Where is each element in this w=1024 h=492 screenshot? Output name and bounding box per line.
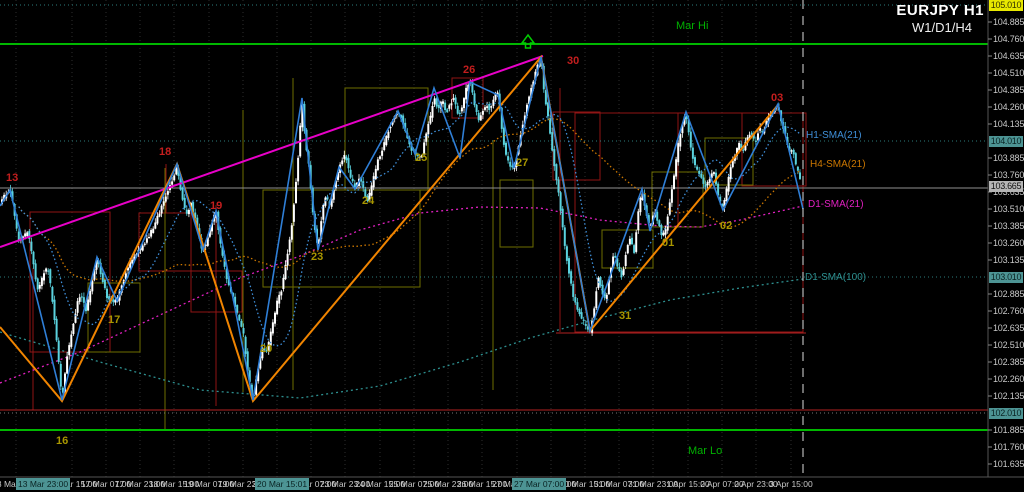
- price-label: 104.510: [993, 68, 1024, 78]
- swing-label-02: 02: [720, 220, 732, 232]
- price-label: 102.760: [993, 306, 1024, 316]
- time-tag: 27 Mar 07:00: [512, 478, 566, 490]
- generated-label-layer: 13 18 19 26 30 03 16 17 20 23 24 25 27 31 01 02 H1-SMA(2…: [0, 0, 1024, 492]
- swing-label-27: 27: [516, 157, 528, 169]
- swing-label-24: 24: [362, 195, 374, 207]
- swing-label-25: 25: [415, 152, 427, 164]
- price-label: 102.260: [993, 374, 1024, 384]
- sma-label: D1-SMA(21): [808, 199, 864, 210]
- time-tag: 20 Mar 15:01: [255, 478, 309, 490]
- mt4-chart-window: EURJPY H1 W1/D1/H4 Mar Hi Mar Lo 1318192…: [0, 0, 1024, 492]
- price-label: 104.135: [993, 119, 1024, 129]
- price-label: 103.135: [993, 255, 1024, 265]
- price-tag: 103.010: [989, 272, 1023, 283]
- price-label: 101.760: [993, 442, 1024, 452]
- sma-label: H1-SMA(21): [806, 130, 862, 141]
- price-label: 103.885: [993, 153, 1024, 163]
- sma-label: D1-SMA(100): [805, 272, 866, 283]
- price-label: 103.510: [993, 204, 1024, 214]
- swing-label-26: 26: [463, 64, 475, 76]
- price-label: 103.760: [993, 170, 1024, 180]
- swing-label-16: 16: [56, 435, 68, 447]
- swing-label-18: 18: [159, 146, 171, 158]
- price-label: 102.635: [993, 323, 1024, 333]
- price-label: 102.885: [993, 289, 1024, 299]
- price-label: 104.885: [993, 17, 1024, 27]
- swing-label-13: 13: [6, 172, 18, 184]
- swing-label-03: 03: [771, 92, 783, 104]
- price-label: 103.260: [993, 238, 1024, 248]
- swing-label-30: 30: [567, 55, 579, 67]
- swing-label-17: 17: [108, 314, 120, 326]
- time-tag: 13 Mar 23:00: [16, 478, 70, 490]
- swing-label-01: 01: [662, 237, 674, 249]
- price-tag: 104.010: [989, 136, 1023, 147]
- price-tag: 105.010: [989, 0, 1023, 11]
- swing-label-23: 23: [311, 251, 323, 263]
- sma-label: H4-SMA(21): [810, 159, 866, 170]
- price-label: 101.635: [993, 459, 1024, 469]
- price-tag: 102.010: [989, 408, 1023, 419]
- price-label: 104.260: [993, 102, 1024, 112]
- price-label: 102.385: [993, 357, 1024, 367]
- price-label: 104.760: [993, 34, 1024, 44]
- swing-label-19: 19: [210, 200, 222, 212]
- price-label: 102.135: [993, 391, 1024, 401]
- swing-label-31: 31: [619, 310, 631, 322]
- time-label: 3 Apr 15:00: [759, 479, 823, 489]
- price-label: 101.885: [993, 425, 1024, 435]
- price-label: 104.635: [993, 51, 1024, 61]
- price-label: 104.385: [993, 85, 1024, 95]
- swing-label-20: 20: [260, 343, 272, 355]
- price-label: 102.510: [993, 340, 1024, 350]
- price-tag: 103.665: [989, 181, 1023, 192]
- price-label: 103.385: [993, 221, 1024, 231]
